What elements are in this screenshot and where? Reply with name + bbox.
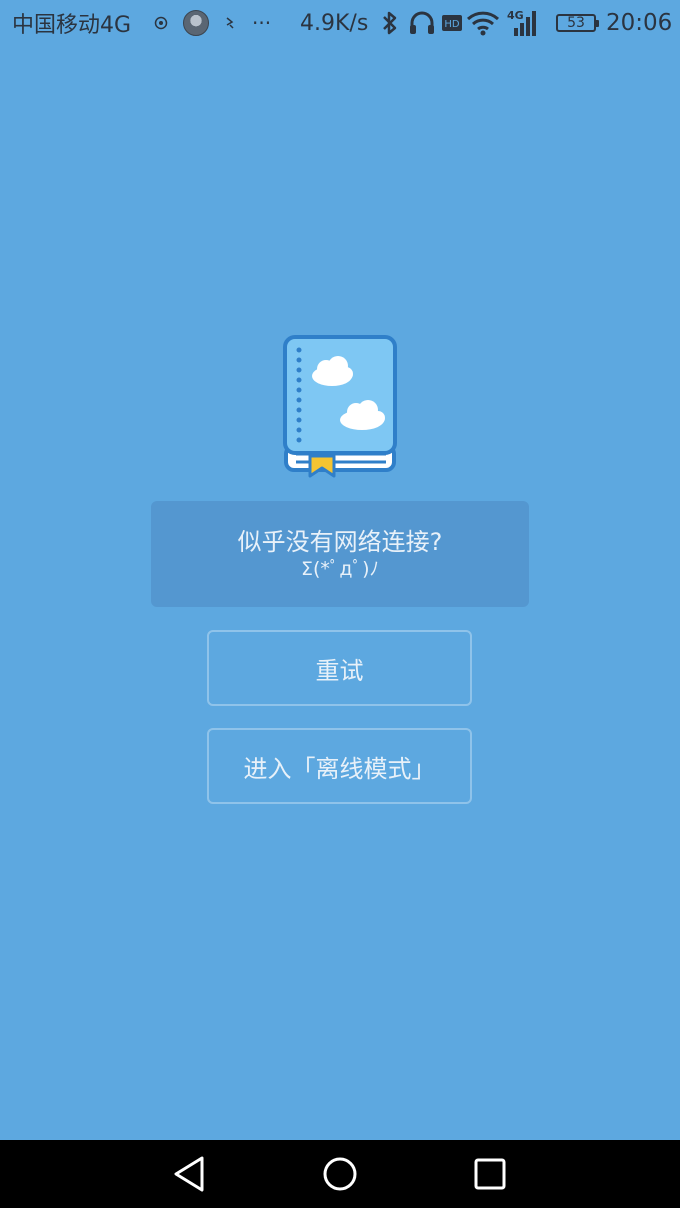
more-icon: ···	[252, 11, 272, 35]
offline-mode-button[interactable]: 进入「离线模式」	[207, 728, 472, 804]
headphones-icon	[408, 0, 436, 46]
message-title: 似乎没有网络连接?	[237, 528, 443, 556]
back-icon[interactable]	[168, 1152, 212, 1196]
location-icon	[154, 0, 168, 46]
signal-icon: 4G	[506, 0, 540, 46]
message-emoticon: Σ(*ﾟдﾟ)ﾉ	[301, 558, 379, 580]
home-icon[interactable]	[318, 1152, 362, 1196]
svg-text:HD: HD	[444, 19, 460, 30]
bluetooth-icon	[381, 0, 399, 46]
battery-icon: 53	[556, 0, 599, 46]
navigation-bar	[0, 1140, 680, 1208]
status-bar: 中国移动4G ··· 4.9K/s HD 4G 53 20:06	[0, 0, 680, 46]
carrier-label: 中国移动4G	[12, 13, 132, 38]
avatar	[183, 0, 209, 46]
clock: 20:06	[606, 10, 673, 36]
recent-apps-icon[interactable]	[468, 1152, 512, 1196]
sync-icon	[224, 0, 236, 46]
battery-level: 53	[556, 14, 599, 32]
hd-icon: HD	[441, 0, 463, 46]
svg-text:4G: 4G	[507, 9, 524, 22]
wifi-icon	[466, 0, 500, 46]
no-network-message: 似乎没有网络连接? Σ(*ﾟдﾟ)ﾉ	[151, 501, 529, 607]
net-speed: 4.9K/s	[300, 10, 369, 36]
book-cloud-icon	[282, 334, 398, 480]
retry-button[interactable]: 重试	[207, 630, 472, 706]
